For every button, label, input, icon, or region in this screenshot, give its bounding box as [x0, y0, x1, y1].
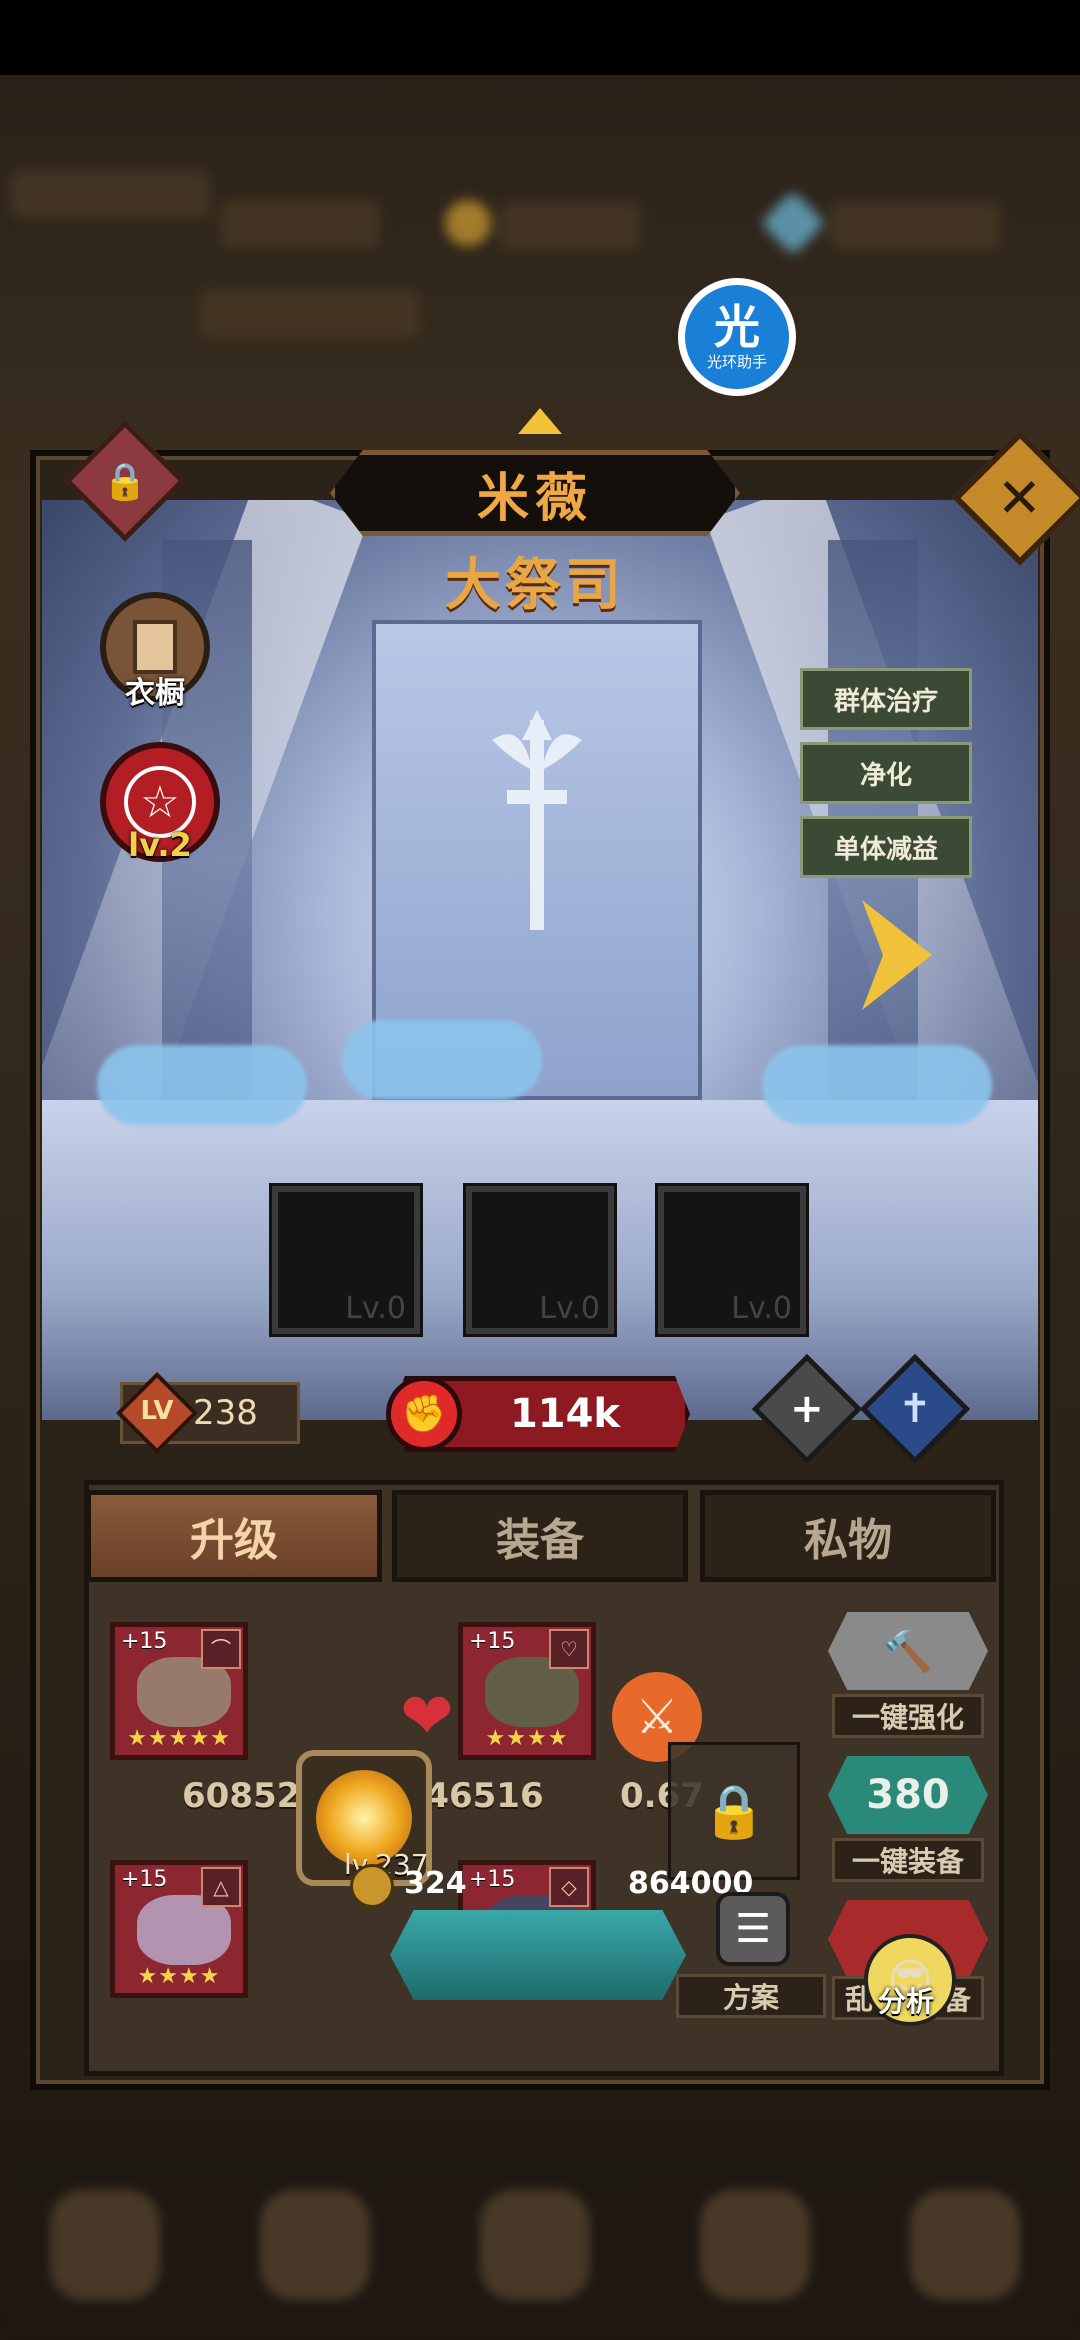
- coin-icon: [350, 1864, 394, 1908]
- staff-icon: △: [201, 1867, 241, 1907]
- hud-energy-row: [200, 290, 420, 338]
- equipment-slot-gloves[interactable]: +15 △ ★★★★: [110, 1860, 248, 1998]
- tab-equipment[interactable]: 装备: [392, 1490, 688, 1582]
- equipment-slot-armor[interactable]: +15 ♡ ★★★★: [458, 1622, 596, 1760]
- hud-avatar-row: [10, 170, 210, 218]
- assistant-icon: 光: [714, 299, 760, 354]
- skill-slot-level: Lv.0: [731, 1291, 792, 1326]
- nav-item: [50, 2190, 160, 2300]
- rank-label: lv.2: [128, 826, 192, 864]
- skill-slot-level: Lv.0: [539, 1291, 600, 1326]
- enhance-all-button[interactable]: 🔨: [828, 1612, 988, 1690]
- analyze-label[interactable]: 分析: [878, 1980, 934, 2020]
- gold-cost: 324: [404, 1866, 467, 1901]
- equipment-slot-helmet[interactable]: +15 ⌒ ★★★★★: [110, 1622, 248, 1760]
- skill-slot[interactable]: Lv.0: [466, 1186, 614, 1334]
- enhance-all-label[interactable]: 一键强化: [832, 1694, 984, 1738]
- equipment-plus: +15: [469, 1867, 516, 1892]
- equipment-stars: ★★★★: [485, 1726, 569, 1751]
- upgrade-button[interactable]: [390, 1910, 686, 2000]
- tab-upgrade[interactable]: 升级: [86, 1490, 382, 1582]
- nav-item: [700, 2190, 810, 2300]
- blue-roses-left: [97, 1045, 307, 1125]
- wardrobe-icon: [133, 620, 177, 674]
- hud-coin-row: [500, 202, 640, 250]
- nav-item: [910, 2190, 1020, 2300]
- equip-all-button[interactable]: 380: [828, 1756, 988, 1834]
- assistant-floating-button[interactable]: 光 光环助手: [678, 278, 796, 396]
- skill-slot-level: Lv.0: [345, 1291, 406, 1326]
- tab-private[interactable]: 私物: [700, 1490, 996, 1582]
- equipment-plus: +15: [121, 1867, 168, 1892]
- hud-coin-icon: [445, 200, 491, 246]
- equipment-plus: +15: [469, 1629, 516, 1654]
- blurred-top-hud: [0, 150, 1080, 370]
- character-name-plate: 米薇: [330, 450, 740, 536]
- dagger-icon: ◇: [549, 1867, 589, 1907]
- equip-all-label[interactable]: 一键装备: [832, 1838, 984, 1882]
- arrow-up-icon[interactable]: [518, 408, 562, 434]
- hud-gem-row: [830, 202, 1000, 250]
- character-name: 米薇: [476, 468, 593, 529]
- equipment-plus: +15: [121, 1629, 168, 1654]
- hud-gem-icon: [760, 190, 826, 256]
- equip-count: 380: [866, 1772, 950, 1818]
- level-value: 238: [193, 1393, 258, 1433]
- hp-value: 60852: [182, 1776, 301, 1816]
- skill-tag-debuff[interactable]: 单体减益: [800, 816, 972, 878]
- hud-name-row: [220, 200, 380, 248]
- equipment-stars: ★★★★: [137, 1964, 221, 1989]
- nav-item: [260, 2190, 370, 2300]
- assistant-label: 光环助手: [706, 352, 767, 371]
- blue-roses-right: [762, 1045, 992, 1125]
- locked-slot: 🔒: [668, 1742, 800, 1880]
- power-value: 114k: [509, 1391, 621, 1437]
- heart-icon: ♡: [549, 1629, 589, 1669]
- plan-label[interactable]: 方案: [676, 1974, 826, 2018]
- skill-slot[interactable]: Lv.0: [272, 1186, 420, 1334]
- nav-item: [480, 2190, 590, 2300]
- emblem-icon: ✝: [898, 1385, 932, 1432]
- hp-heart-icon: ❤: [400, 1680, 454, 1754]
- lock-icon: 🔒: [102, 460, 148, 502]
- wardrobe-label: 衣橱: [125, 676, 185, 711]
- fist-icon: ✊: [386, 1376, 462, 1452]
- character-class: 大祭司: [445, 553, 625, 618]
- status-bar: [0, 0, 1080, 75]
- equipment-stars: ★★★★★: [127, 1726, 231, 1751]
- level-badge-text: LV: [140, 1396, 174, 1426]
- winged-cross-emblem: [492, 710, 582, 930]
- skill-tag-purify[interactable]: 净化: [800, 742, 972, 804]
- blurred-bottom-nav: [0, 2150, 1080, 2340]
- lock-icon: 🔒: [701, 1781, 767, 1842]
- hammer-icon: 🔨: [883, 1628, 933, 1675]
- skill-slot[interactable]: Lv.0: [658, 1186, 806, 1334]
- blue-roses-center: [342, 1020, 542, 1100]
- bow-icon: ⌒: [201, 1629, 241, 1669]
- skill-tag-group-heal[interactable]: 群体治疗: [800, 668, 972, 730]
- list-icon: ☰: [735, 1906, 771, 1952]
- close-icon: ✕: [997, 466, 1043, 530]
- plan-button[interactable]: ☰: [716, 1892, 790, 1966]
- plus-icon: +: [790, 1385, 824, 1432]
